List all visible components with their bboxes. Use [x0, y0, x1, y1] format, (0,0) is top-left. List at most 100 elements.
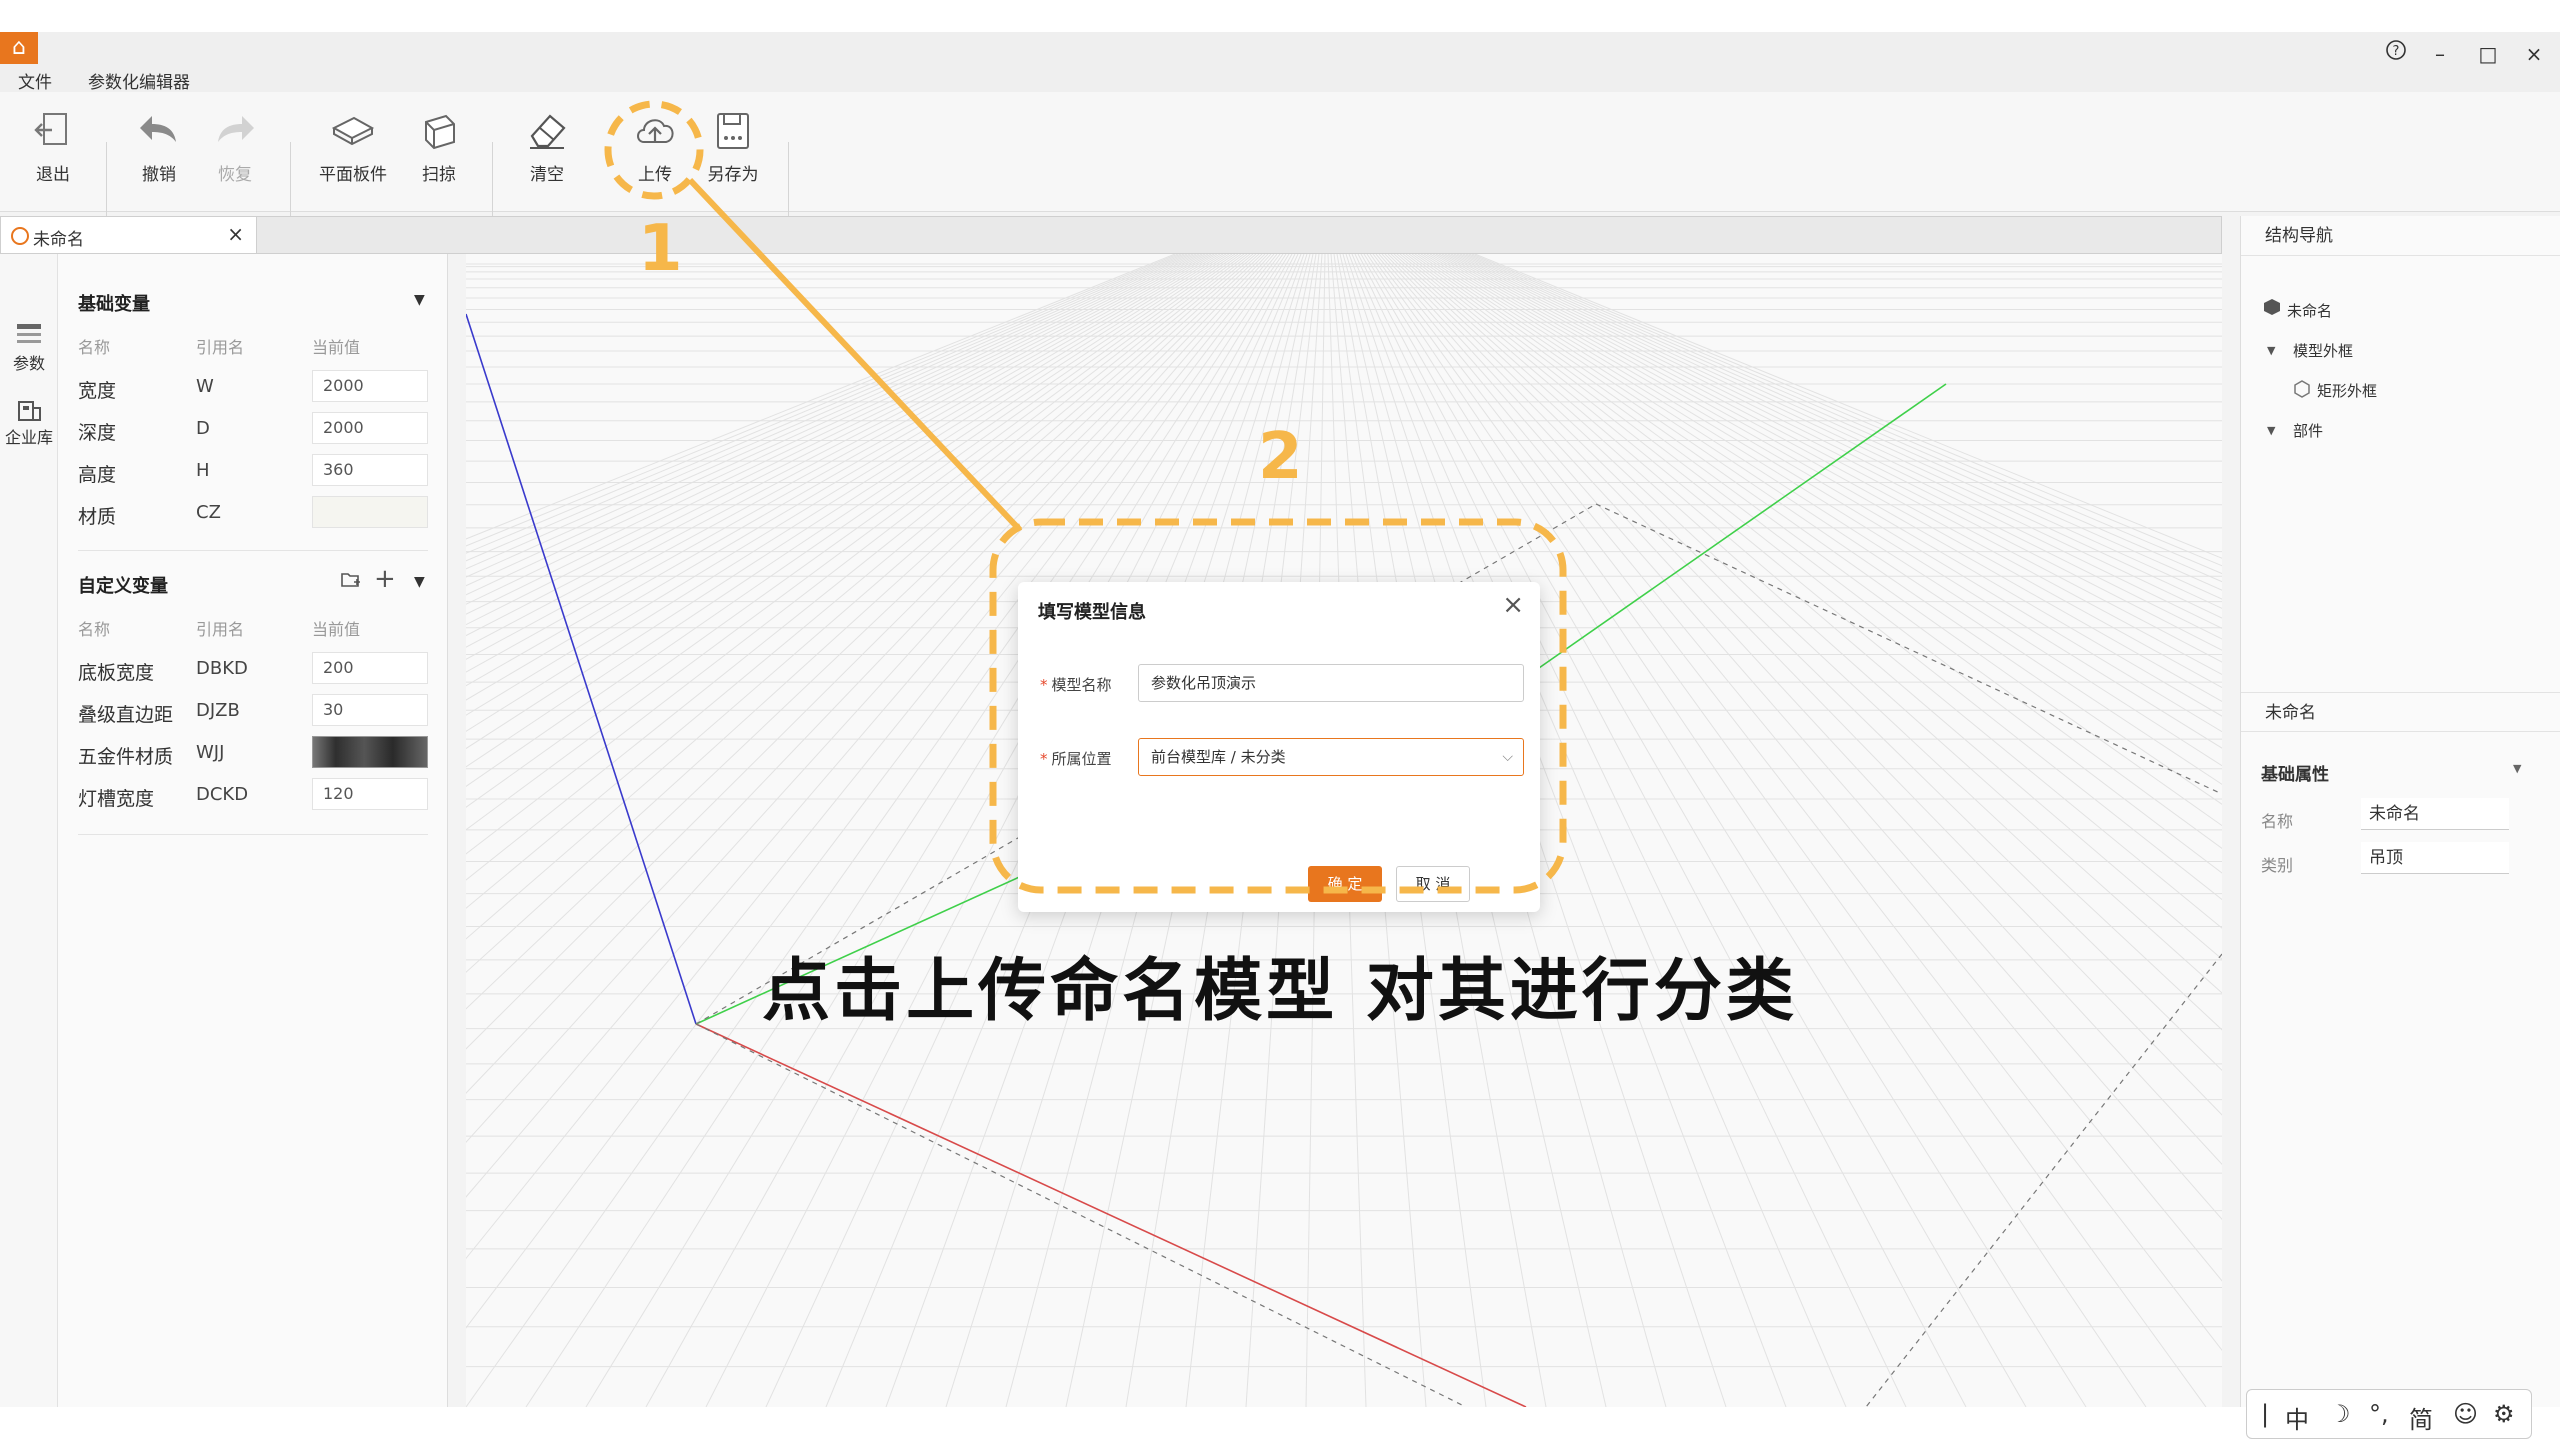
undo-button[interactable]: 撤销: [116, 100, 202, 200]
plane-board-button[interactable]: 平面板件: [310, 100, 396, 200]
tree-root[interactable]: 未命名: [2287, 300, 2332, 321]
expand-caret-icon[interactable]: ▼: [2267, 424, 2275, 437]
plane-board-icon: [331, 116, 375, 146]
document-tab[interactable]: 未命名 ×: [1, 217, 257, 253]
confirm-button[interactable]: 确 定: [1308, 866, 1382, 902]
grid-line: [1456, 254, 2222, 609]
dialog-title: 填写模型信息: [1038, 602, 1146, 623]
object-name-header: 未命名: [2241, 692, 2560, 732]
model-name-label: * 模型名称: [1040, 676, 1112, 694]
column-header-ref: 引用名: [196, 338, 245, 357]
right-panel: 结构导航 未命名 ▼ 模型外框 矩形外框 ▼ 部件 未命名 基础属性 ▼ 名称 …: [2240, 216, 2560, 1407]
section-divider: [78, 550, 428, 551]
grid-line: [1441, 254, 2222, 663]
material-swatch[interactable]: [312, 496, 428, 528]
tree-frame[interactable]: 模型外框: [2293, 340, 2353, 361]
column-header-name: 名称: [78, 338, 111, 357]
grid-line: [1465, 254, 2222, 583]
grid-line: [1453, 254, 2222, 619]
param-ref: DBKD: [196, 658, 248, 679]
expand-caret-icon[interactable]: ▼: [2267, 344, 2275, 357]
grid-line: [1444, 254, 2222, 651]
punct-icon[interactable]: °,: [2369, 1400, 2389, 1428]
emoji-icon[interactable]: ☺: [2453, 1400, 2478, 1428]
minimize-button[interactable]: –: [2422, 36, 2458, 72]
param-ref: D: [196, 418, 210, 439]
collapse-caret-icon[interactable]: ▼: [414, 292, 425, 308]
basic-vars-title: 基础变量: [78, 294, 150, 315]
prop-category-label: 类别: [2261, 856, 2294, 875]
tree-rect-frame[interactable]: 矩形外框: [2317, 380, 2377, 401]
location-select[interactable]: 前台模型库 / 未分类 ⌵: [1138, 738, 1524, 776]
param-name: 材质: [78, 506, 117, 528]
left-icon-rail: 参数 企业库: [0, 254, 58, 1407]
model-bounds: [695, 1023, 1467, 1407]
rail-library[interactable]: 企业库: [0, 394, 58, 448]
sweep-icon: [425, 114, 455, 150]
save-as-button[interactable]: 另存为: [690, 100, 776, 200]
close-window-button[interactable]: ×: [2516, 36, 2552, 72]
collapse-caret-icon[interactable]: ▼: [2513, 762, 2521, 775]
app-logo-icon: ⌂: [0, 32, 38, 64]
add-variable-button[interactable]: +: [374, 564, 396, 594]
eraser-icon: [530, 114, 566, 149]
param-ref: H: [196, 460, 210, 481]
location-label: * 所属位置: [1040, 750, 1112, 768]
ime-simplified-toggle[interactable]: 简: [2409, 1400, 2433, 1435]
cube-icon: [2263, 298, 2281, 320]
app-window: ⌂ 文件 参数化编辑器 ? – □ × 退出 撤销 恢复 平面板件 扫掠 清空 …: [0, 32, 2560, 1439]
document-icon: [11, 227, 29, 245]
param-name: 五金件材质: [78, 746, 174, 768]
ime-toolbar: | 中 ☽ °, 简 ☺ ⚙: [2246, 1389, 2532, 1439]
param-value-input[interactable]: 200: [312, 652, 428, 684]
sweep-button[interactable]: 扫掠: [396, 100, 482, 200]
param-ref: W: [196, 376, 214, 397]
exit-button[interactable]: 退出: [10, 100, 96, 200]
redo-icon: [218, 116, 254, 142]
menu-file[interactable]: 文件: [18, 68, 52, 93]
param-value-input[interactable]: 120: [312, 778, 428, 810]
param-value-input[interactable]: 30: [312, 694, 428, 726]
material-swatch[interactable]: [312, 736, 428, 768]
ime-handle[interactable]: |: [2261, 1400, 2269, 1428]
params-icon: [17, 324, 41, 343]
chevron-down-icon: ⌵: [1502, 749, 1513, 765]
param-name: 深度: [78, 422, 117, 444]
section-divider: [78, 834, 428, 835]
hexagon-icon: [2293, 380, 2311, 402]
param-value-input[interactable]: 2000: [312, 370, 428, 402]
model-info-dialog: 填写模型信息 × * 模型名称 参数化吊顶演示 * 所属位置 前台模型库 / 未分类…: [1018, 582, 1540, 912]
param-ref: DCKD: [196, 784, 249, 805]
redo-button[interactable]: 恢复: [192, 100, 278, 200]
upload-button[interactable]: 上传: [612, 100, 698, 200]
cancel-button[interactable]: 取 消: [1396, 866, 1470, 902]
collapse-caret-icon[interactable]: ▼: [414, 574, 425, 590]
column-header-value: 当前值: [312, 620, 361, 639]
clear-button[interactable]: 清空: [504, 100, 590, 200]
param-name: 叠级直边距: [78, 704, 174, 726]
param-name: 灯槽宽度: [78, 788, 155, 810]
grid-line: [1471, 254, 2222, 567]
props-section-title: 基础属性: [2261, 765, 2329, 785]
title-bar: ⌂ 文件 参数化编辑器 ? – □ ×: [0, 32, 2560, 98]
gear-icon[interactable]: ⚙: [2493, 1400, 2515, 1428]
add-folder-icon[interactable]: [340, 570, 362, 594]
ime-lang-toggle[interactable]: 中: [2285, 1400, 2309, 1435]
undo-icon: [140, 116, 176, 142]
param-value-input[interactable]: 2000: [312, 412, 428, 444]
maximize-button[interactable]: □: [2470, 36, 2506, 72]
grid-line: [1459, 254, 2222, 600]
prop-name-input[interactable]: 未命名: [2361, 798, 2509, 830]
moon-icon[interactable]: ☽: [2329, 1400, 2351, 1428]
rail-params[interactable]: 参数: [0, 320, 58, 374]
prop-category-input[interactable]: 吊顶: [2361, 842, 2509, 874]
dialog-close-button[interactable]: ×: [1502, 590, 1524, 620]
save-as-icon: [717, 113, 749, 149]
structure-nav-header: 结构导航: [2241, 216, 2560, 256]
tree-parts[interactable]: 部件: [2293, 420, 2323, 441]
help-icon[interactable]: ?: [2378, 36, 2414, 72]
close-tab-button[interactable]: ×: [227, 222, 244, 246]
grid-line: [1468, 254, 2222, 575]
param-value-input[interactable]: 360: [312, 454, 428, 486]
model-name-input[interactable]: 参数化吊顶演示: [1138, 664, 1524, 702]
